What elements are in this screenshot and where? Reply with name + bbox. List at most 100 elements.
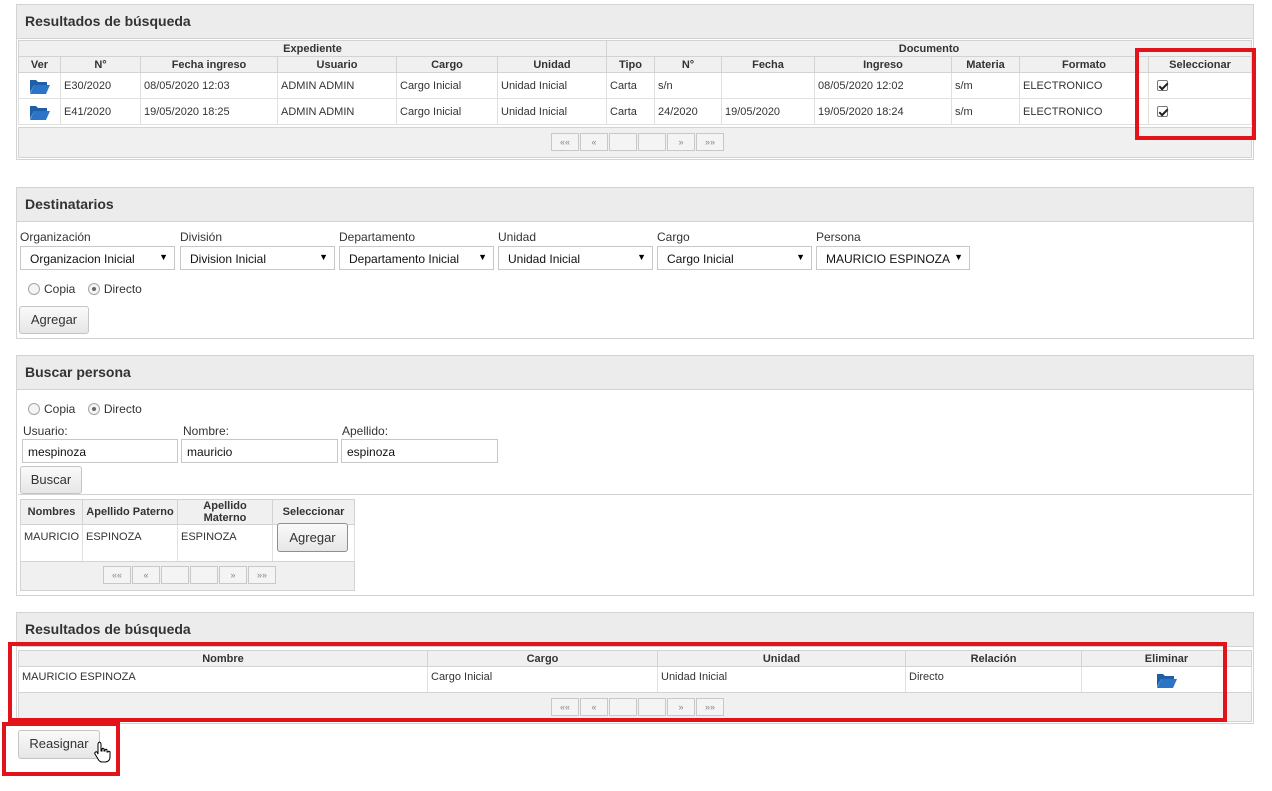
nombre-input[interactable]: mauricio <box>181 439 338 463</box>
select-value: Departamento Inicial <box>349 252 460 266</box>
col-ver: Ver <box>18 56 61 73</box>
departamento-label: Departamento <box>339 230 416 244</box>
cell: Cargo Inicial <box>396 72 498 99</box>
panel-title: Buscar persona <box>17 356 1253 390</box>
departamento-select[interactable]: Departamento Inicial ▼ <box>339 246 494 270</box>
cell <box>721 72 815 99</box>
cell: Unidad Inicial <box>497 72 607 99</box>
unidad-select[interactable]: Unidad Inicial ▼ <box>498 246 653 270</box>
first-page-button[interactable]: «« <box>103 566 131 584</box>
add-person-button[interactable]: Agregar <box>277 523 348 552</box>
last-page-button[interactable]: »» <box>248 566 276 584</box>
col-formato: Formato <box>1019 56 1149 73</box>
select-value: Unidad Inicial <box>508 252 581 266</box>
cargo-label: Cargo <box>657 230 690 244</box>
cell: 19/05/2020 18:25 <box>140 98 278 125</box>
cell: ELECTRONICO <box>1019 72 1149 99</box>
col-tipo: Tipo <box>606 56 655 73</box>
prev-page-button[interactable]: « <box>580 133 608 151</box>
view-cell[interactable] <box>18 72 61 99</box>
cell: 08/05/2020 12:03 <box>140 72 278 99</box>
dropdown-arrow-icon: ▼ <box>159 252 168 262</box>
cell: ELECTRONICO <box>1019 98 1149 125</box>
col-unidad: Unidad <box>497 56 607 73</box>
page-slot[interactable] <box>190 566 218 584</box>
col-materia: Materia <box>951 56 1020 73</box>
folder-open-icon[interactable] <box>29 77 51 95</box>
dropdown-arrow-icon: ▼ <box>478 252 487 262</box>
dropdown-arrow-icon: ▼ <box>796 252 805 262</box>
pagination: «« « » »» <box>103 566 277 584</box>
usuario-label: Usuario: <box>23 424 68 438</box>
highlight-select-column <box>1135 48 1256 140</box>
next-page-button[interactable]: » <box>219 566 247 584</box>
cell: ADMIN ADMIN <box>277 98 397 125</box>
radio-directo[interactable] <box>87 402 100 415</box>
col-usuario: Usuario <box>277 56 397 73</box>
panel-title: Resultados de búsqueda <box>17 5 1253 39</box>
dropdown-arrow-icon: ▼ <box>637 252 646 262</box>
division-label: División <box>180 230 223 244</box>
table-row: E41/2020 19/05/2020 18:25 ADMIN ADMIN Ca… <box>18 98 1252 125</box>
radio-copia[interactable] <box>28 282 40 295</box>
cell: s/n <box>654 72 722 99</box>
prev-page-button[interactable]: « <box>132 566 160 584</box>
select-value: Division Inicial <box>190 252 267 266</box>
dropdown-arrow-icon: ▼ <box>951 252 963 262</box>
radio-copia-label: Copia <box>44 401 76 416</box>
folder-open-icon[interactable] <box>29 103 51 121</box>
cell: 19/05/2020 <box>721 98 815 125</box>
col-nombres: Nombres <box>20 499 83 525</box>
pagination: «« « » »» <box>551 133 725 151</box>
radio-directo-label: Directo <box>103 401 142 416</box>
organizacion-select[interactable]: Organizacion Inicial ▼ <box>20 246 175 270</box>
documents-table: Expediente Documento Ver N° Fecha ingres… <box>18 40 1252 125</box>
cell: 19/05/2020 18:24 <box>814 98 952 125</box>
recipient-type-radios: Copia Directo <box>28 280 142 298</box>
panel-title: Destinatarios <box>17 188 1253 222</box>
cell: Carta <box>606 72 655 99</box>
cell: E41/2020 <box>60 98 141 125</box>
next-page-button[interactable]: » <box>667 133 695 151</box>
add-recipient-button[interactable]: Agregar <box>19 306 89 334</box>
col-apellido-paterno: Apellido Paterno <box>82 499 178 525</box>
cell: Cargo Inicial <box>396 98 498 125</box>
search-button[interactable]: Buscar <box>20 466 82 494</box>
page-slot[interactable] <box>638 133 666 151</box>
apellido-input[interactable]: espinoza <box>341 439 498 463</box>
cell: E30/2020 <box>60 72 141 99</box>
usuario-input[interactable]: mespinoza <box>22 439 178 463</box>
group-header-expediente: Expediente <box>18 40 607 57</box>
cell: s/m <box>951 98 1020 125</box>
col-doc-numero: N° <box>654 56 722 73</box>
radio-directo-label: Directo <box>103 281 142 296</box>
unidad-label: Unidad <box>498 230 537 244</box>
select-value: Cargo Inicial <box>667 252 734 266</box>
first-page-button[interactable]: «« <box>551 133 579 151</box>
col-cargo: Cargo <box>396 56 498 73</box>
table-row: E30/2020 08/05/2020 12:03 ADMIN ADMIN Ca… <box>18 72 1252 99</box>
radio-copia[interactable] <box>28 402 40 415</box>
cell: Unidad Inicial <box>497 98 607 125</box>
cell: ADMIN ADMIN <box>277 72 397 99</box>
radio-directo[interactable] <box>87 282 100 295</box>
radio-copia-label: Copia <box>44 281 76 296</box>
persona-select[interactable]: MAURICIO ESPINOZA ▼ <box>816 246 970 270</box>
division-select[interactable]: Division Inicial ▼ <box>180 246 335 270</box>
page-slot[interactable] <box>161 566 189 584</box>
persona-label: Persona <box>816 230 861 244</box>
cell: 24/2020 <box>654 98 722 125</box>
cell: Carta <box>606 98 655 125</box>
view-cell[interactable] <box>18 98 61 125</box>
page-slot[interactable] <box>609 133 637 151</box>
last-page-button[interactable]: »» <box>696 133 724 151</box>
col-seleccionar: Seleccionar <box>272 499 355 525</box>
col-fecha-ingreso: Fecha ingreso <box>140 56 278 73</box>
nombre-label: Nombre: <box>183 424 230 438</box>
cargo-select[interactable]: Cargo Inicial ▼ <box>657 246 812 270</box>
highlight-recipients <box>8 642 1227 722</box>
apellido-label: Apellido: <box>342 424 389 438</box>
col-fecha: Fecha <box>721 56 815 73</box>
col-apellido-materno: Apellido Materno <box>177 499 273 525</box>
search-type-radios: Copia Directo <box>28 400 142 418</box>
